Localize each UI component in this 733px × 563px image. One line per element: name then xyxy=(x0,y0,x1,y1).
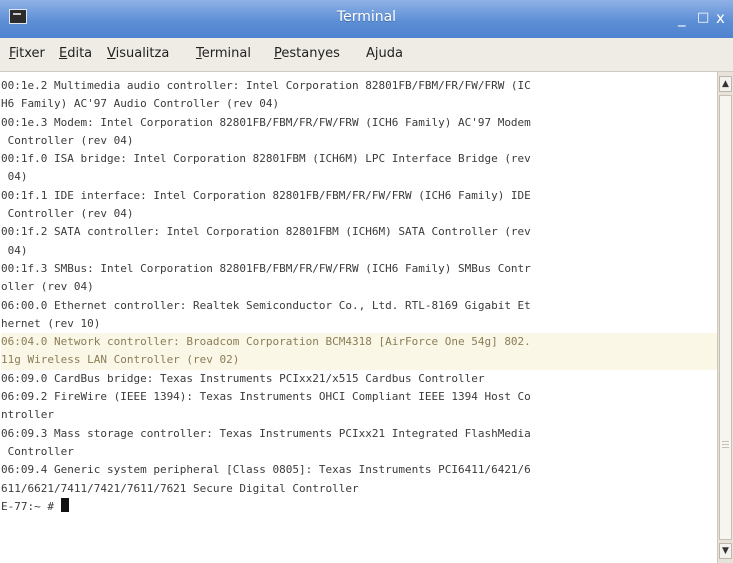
menu-visualitza[interactable]: Visualitza xyxy=(107,46,169,61)
terminal-line: oller (rev 04) xyxy=(1,280,94,294)
terminal-output[interactable]: 00:1e.2 Multimedia audio controller: Int… xyxy=(0,72,717,563)
close-icon[interactable]: x xyxy=(716,10,725,26)
menu-fitxer[interactable]: Fitxer xyxy=(9,46,45,61)
menu-terminal[interactable]: Terminal xyxy=(196,46,251,61)
terminal-line: ntroller xyxy=(1,408,54,422)
terminal-line: 06:00.0 Ethernet controller: Realtek Sem… xyxy=(1,298,531,312)
terminal-prompt[interactable]: E-77:~ # xyxy=(1,497,717,516)
terminal-line: 00:1f.3 SMBus: Intel Corporation 82801FB… xyxy=(1,261,531,275)
terminal-line: 00:1f.1 IDE interface: Intel Corporation… xyxy=(1,188,531,202)
terminal-line: Controller xyxy=(1,444,74,458)
menu-bar: Fitxer Edita Visualitza Terminal Pestany… xyxy=(0,38,733,72)
terminal-line: 06:04.0 Network controller: Broadcom Cor… xyxy=(1,333,717,352)
terminal-line: 06:09.4 Generic system peripheral [Class… xyxy=(1,463,531,477)
terminal-line: hernet (rev 10) xyxy=(1,316,101,330)
terminal-line: 06:09.3 Mass storage controller: Texas I… xyxy=(1,426,531,440)
terminal-line: Controller (rev 04) xyxy=(1,133,134,147)
window-title: Terminal xyxy=(336,9,397,25)
vertical-scrollbar[interactable]: ▲ ▼ xyxy=(717,72,733,563)
terminal-line: 04) xyxy=(1,243,28,257)
title-bar[interactable]: Terminal _ □ x xyxy=(0,0,733,39)
terminal-line: 00:1e.3 Modem: Intel Corporation 82801FB… xyxy=(1,115,531,129)
scroll-down-arrow-icon[interactable]: ▼ xyxy=(719,543,732,559)
terminal-line: 11g Wireless LAN Controller (rev 02) xyxy=(1,351,717,370)
thumb-grip-icon xyxy=(722,441,729,442)
terminal-line: 00:1f.2 SATA controller: Intel Corporati… xyxy=(1,225,531,239)
text-cursor xyxy=(60,497,69,512)
minimize-icon[interactable]: _ xyxy=(678,10,686,26)
scrollbar-thumb[interactable] xyxy=(719,95,732,540)
terminal-line: H6 Family) AC'97 Audio Controller (rev 0… xyxy=(1,97,280,111)
terminal-line: 06:09.2 FireWire (IEEE 1394): Texas Inst… xyxy=(1,390,531,404)
terminal-line: 06:09.0 CardBus bridge: Texas Instrument… xyxy=(1,371,485,385)
prompt-text: E-77:~ # xyxy=(1,499,61,513)
terminal-line: 611/6621/7411/7421/7611/7621 Secure Digi… xyxy=(1,481,359,495)
terminal-window: Terminal _ □ x Fitxer Edita Visualitza T… xyxy=(0,0,733,563)
menu-pestanyes[interactable]: Pestanyes xyxy=(274,46,340,61)
menu-ajuda[interactable]: Ajuda xyxy=(366,46,403,61)
maximize-icon[interactable]: □ xyxy=(697,10,709,26)
scroll-up-arrow-icon[interactable]: ▲ xyxy=(719,76,732,92)
terminal-line: Controller (rev 04) xyxy=(1,207,134,221)
terminal-line: 04) xyxy=(1,170,28,184)
menu-edita[interactable]: Edita xyxy=(59,46,92,61)
terminal-line: 00:1e.2 Multimedia audio controller: Int… xyxy=(1,79,531,92)
terminal-line: 00:1f.0 ISA bridge: Intel Corporation 82… xyxy=(1,152,531,166)
